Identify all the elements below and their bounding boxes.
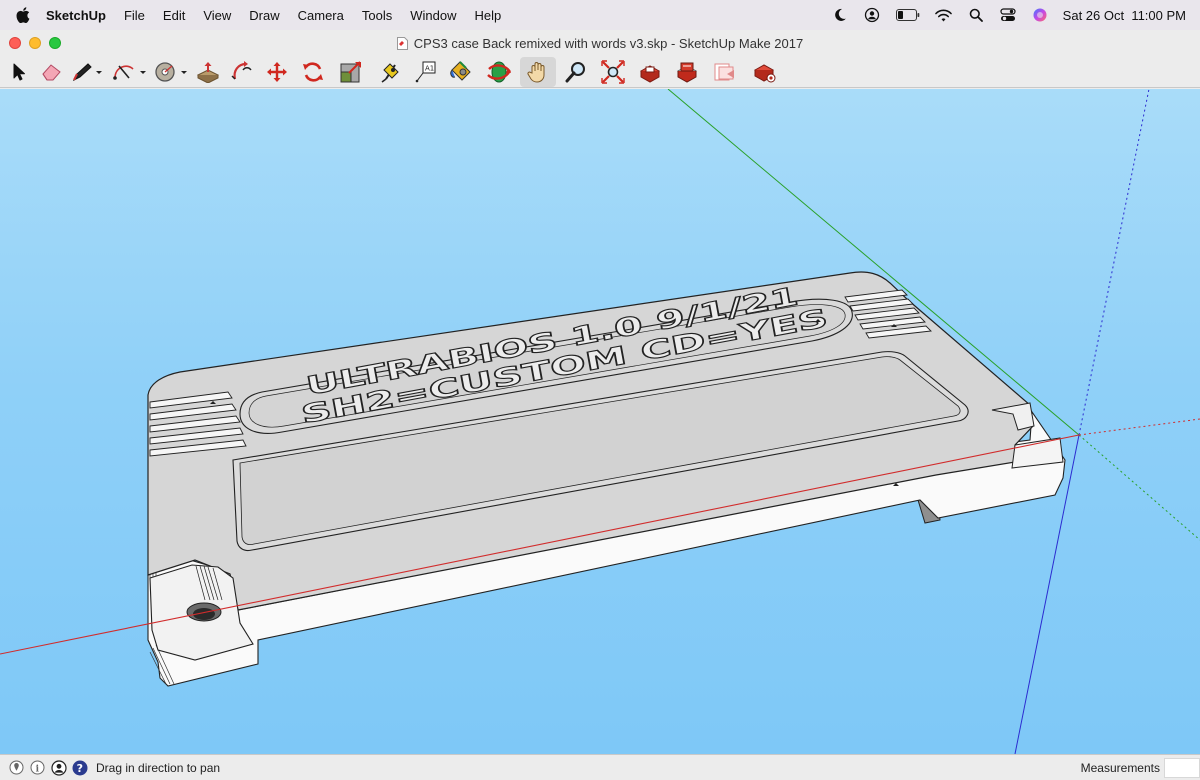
rotate-icon bbox=[303, 61, 323, 82]
pencil-tool-button[interactable] bbox=[70, 57, 106, 87]
push-pull-tool-button[interactable] bbox=[193, 57, 223, 87]
wifi-icon[interactable] bbox=[935, 6, 953, 24]
orbit-tool-button[interactable] bbox=[481, 57, 517, 87]
window-title-bar[interactable]: CPS3 case Back remixed with words v3.skp… bbox=[0, 30, 1200, 56]
model-canvas: ULTRABIOS 1.0 9/1/21 SH2=CUSTOM CD=YES bbox=[0, 89, 1200, 754]
arc-icon bbox=[113, 64, 146, 80]
scale-icon bbox=[340, 60, 361, 82]
menu-window[interactable]: Window bbox=[401, 8, 465, 23]
measurements-input[interactable] bbox=[1164, 757, 1200, 778]
circle-shape-icon bbox=[155, 61, 187, 82]
credits-info-icon[interactable]: i bbox=[29, 759, 46, 776]
instructor-help-icon[interactable]: ? bbox=[71, 759, 88, 776]
extension-manager-button[interactable] bbox=[746, 57, 782, 87]
menu-tools[interactable]: Tools bbox=[353, 8, 401, 23]
blue-axis-positive bbox=[1078, 89, 1150, 436]
red-axis-negative bbox=[1078, 418, 1200, 436]
tape-measure-icon bbox=[381, 62, 399, 83]
zoom-extents-tool-button[interactable] bbox=[596, 57, 630, 87]
menu-file[interactable]: File bbox=[115, 8, 154, 23]
modeling-viewport[interactable]: ULTRABIOS 1.0 9/1/21 SH2=CUSTOM CD=YES bbox=[0, 89, 1200, 754]
document-icon bbox=[396, 36, 408, 50]
text-tool-button[interactable]: A1 bbox=[411, 57, 441, 87]
eraser-tool-button[interactable] bbox=[35, 57, 67, 87]
svg-text:i: i bbox=[36, 764, 40, 774]
orbit-icon bbox=[487, 61, 512, 82]
extension-warehouse-button[interactable] bbox=[670, 57, 704, 87]
send-to-layout-button[interactable] bbox=[707, 57, 743, 87]
app-menu-sketchup[interactable]: SketchUp bbox=[46, 8, 115, 23]
window-title: CPS3 case Back remixed with words v3.skp… bbox=[413, 35, 804, 51]
user-account-icon[interactable] bbox=[863, 6, 881, 24]
warehouse-icon bbox=[639, 64, 661, 83]
move-arrows-icon bbox=[267, 61, 287, 82]
fullscreen-window-button[interactable] bbox=[49, 37, 61, 49]
magnifier-icon bbox=[565, 61, 585, 82]
3d-warehouse-button[interactable] bbox=[633, 57, 667, 87]
tool-palette: A1 bbox=[0, 56, 1200, 88]
svg-text:A1: A1 bbox=[425, 64, 434, 72]
menu-edit[interactable]: Edit bbox=[154, 8, 194, 23]
menu-bar: SketchUp File Edit View Draw Camera Tool… bbox=[0, 0, 1200, 30]
menu-view[interactable]: View bbox=[194, 8, 240, 23]
pan-tool-button[interactable] bbox=[520, 56, 556, 87]
spotlight-search-icon[interactable] bbox=[967, 6, 985, 24]
menu-help[interactable]: Help bbox=[465, 8, 510, 23]
text-label-icon: A1 bbox=[415, 61, 436, 82]
green-axis-negative bbox=[1078, 434, 1200, 541]
follow-me-icon bbox=[231, 60, 252, 79]
move-tool-button[interactable] bbox=[261, 57, 293, 87]
pencil-line-icon bbox=[72, 62, 102, 81]
arrow-cursor-icon bbox=[13, 63, 25, 80]
hand-pan-icon bbox=[527, 61, 545, 83]
battery-icon[interactable] bbox=[895, 6, 921, 24]
clock[interactable]: Sat 26 Oct 11:00 PM bbox=[1063, 8, 1186, 23]
scale-tool-button[interactable] bbox=[333, 57, 369, 87]
paint-bucket-tool-button[interactable] bbox=[444, 57, 478, 87]
shapes-tool-button[interactable] bbox=[152, 57, 190, 87]
status-hint: Drag in direction to pan bbox=[96, 760, 221, 775]
menu-camera[interactable]: Camera bbox=[289, 8, 353, 23]
status-bar: i ? Drag in direction to pan Measurement… bbox=[0, 754, 1200, 780]
apple-menu-icon[interactable] bbox=[0, 7, 46, 23]
eraser-icon bbox=[42, 63, 61, 80]
control-center-icon[interactable] bbox=[999, 6, 1017, 24]
push-pull-icon bbox=[196, 61, 220, 83]
select-tool-button[interactable] bbox=[6, 57, 32, 87]
rotate-tool-button[interactable] bbox=[296, 57, 330, 87]
layout-icon bbox=[714, 63, 734, 80]
geo-location-icon[interactable] bbox=[8, 759, 25, 776]
follow-me-tool-button[interactable] bbox=[226, 57, 258, 87]
svg-text:?: ? bbox=[76, 762, 82, 775]
zoom-tool-button[interactable] bbox=[559, 57, 593, 87]
close-window-button[interactable] bbox=[9, 37, 21, 49]
minimize-window-button[interactable] bbox=[29, 37, 41, 49]
arc-tool-button[interactable] bbox=[109, 57, 149, 87]
user-signin-icon[interactable] bbox=[50, 759, 67, 776]
extension-warehouse-icon bbox=[676, 62, 698, 83]
paint-bucket-icon bbox=[450, 60, 471, 81]
zoom-extents-icon bbox=[601, 59, 625, 84]
siri-icon[interactable] bbox=[1031, 6, 1049, 24]
tape-measure-tool-button[interactable] bbox=[372, 57, 408, 87]
moon-icon[interactable] bbox=[831, 6, 849, 24]
measurements-label: Measurements bbox=[1080, 760, 1160, 775]
extension-manager-icon bbox=[753, 63, 776, 82]
menu-draw[interactable]: Draw bbox=[240, 8, 288, 23]
